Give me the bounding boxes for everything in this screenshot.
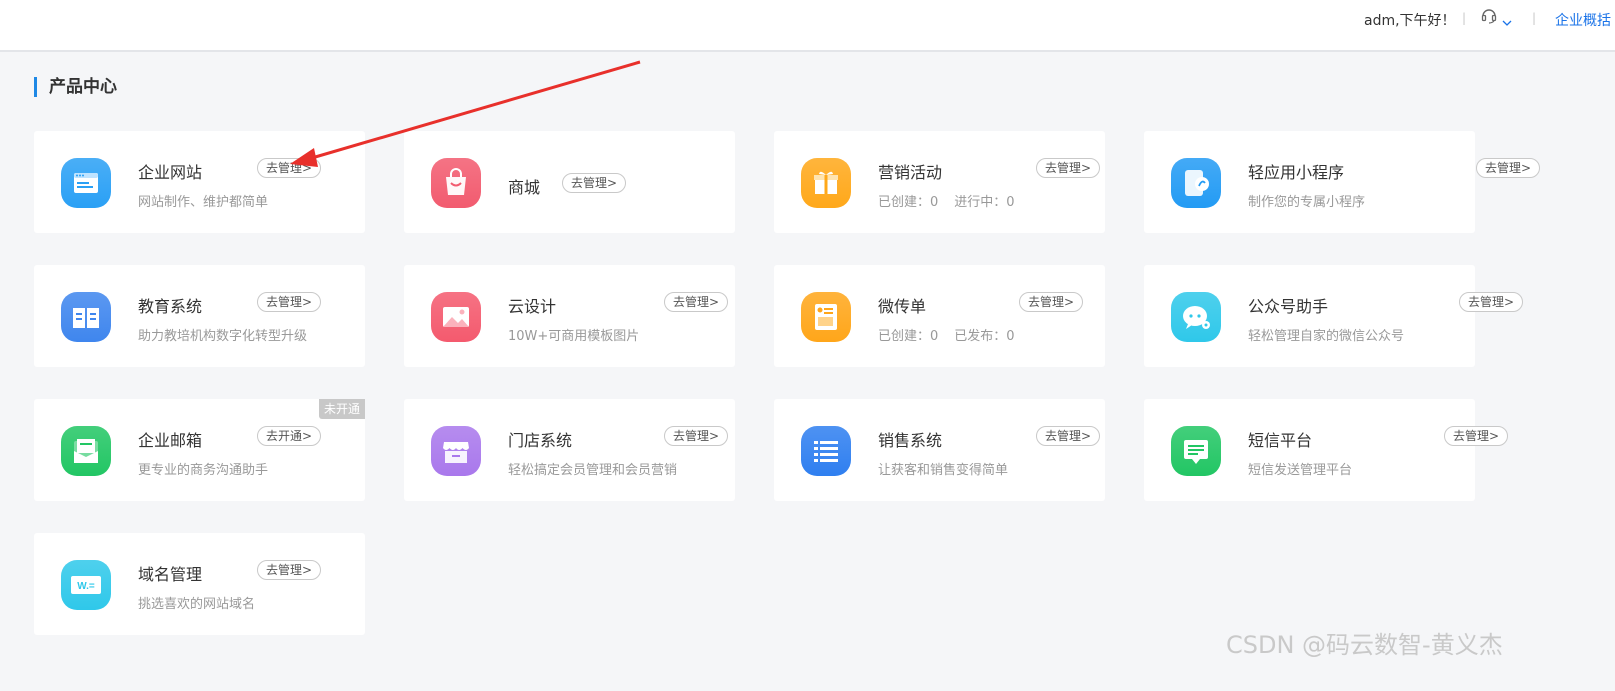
mini-program-icon xyxy=(1170,157,1222,209)
greeting-text: adm,下午好！ xyxy=(1364,13,1456,29)
manage-button[interactable]: 去管理> xyxy=(1476,158,1541,178)
flyer-icon xyxy=(800,291,852,343)
product-card[interactable]: 营销活动 去管理> 已创建：0 进行中：0 xyxy=(774,131,1105,233)
manage-button[interactable]: 去管理> xyxy=(664,292,729,312)
product-name: 轻应用小程序 xyxy=(1248,163,1345,182)
gift-icon xyxy=(800,157,852,209)
divider: | xyxy=(1532,11,1537,25)
product-card[interactable]: W.= 域名管理 去管理> 挑选喜欢的网站域名 xyxy=(34,533,365,635)
product-card[interactable]: 商城 去管理> xyxy=(404,131,735,233)
domain-icon: W.= xyxy=(60,559,112,611)
manage-button[interactable]: 去管理> xyxy=(1036,426,1101,446)
product-description: 轻松管理自家的微信公众号 xyxy=(1248,329,1405,344)
image-icon xyxy=(430,291,482,343)
product-name: 企业网站 xyxy=(138,163,203,182)
status-badge: 未开通 xyxy=(318,399,365,419)
product-card[interactable]: 教育系统 去管理> 助力教培机构数字化转型升级 xyxy=(34,265,365,367)
list-icon xyxy=(800,425,852,477)
page-title: 产品中心 xyxy=(34,77,117,97)
product-name: 企业邮箱 xyxy=(138,431,203,450)
product-description: 短信发送管理平台 xyxy=(1248,463,1353,478)
overview-link[interactable]: 企业概括 xyxy=(1555,10,1611,30)
product-name: 营销活动 xyxy=(878,163,943,182)
product-description: 轻松搞定会员管理和会员营销 xyxy=(508,463,678,478)
shopping-bag-icon xyxy=(430,157,482,209)
product-name: 销售系统 xyxy=(878,431,943,450)
product-stats: 已创建：0 进行中：0 xyxy=(878,191,1015,210)
manage-button[interactable]: 去管理> xyxy=(257,158,322,178)
product-name: 教育系统 xyxy=(138,297,203,316)
product-name: 云设计 xyxy=(508,297,557,316)
product-card[interactable]: 短信平台 去管理> 短信发送管理平台 xyxy=(1144,399,1509,501)
product-name: 公众号助手 xyxy=(1248,297,1329,316)
product-stats: 已创建：0 已发布：0 xyxy=(878,325,1015,344)
stat-text: 进行中：0 xyxy=(954,195,1015,210)
product-card[interactable]: 轻应用小程序 去管理> 制作您的专属小程序 xyxy=(1144,131,1541,233)
wechat-icon xyxy=(1170,291,1222,343)
divider: | xyxy=(1462,11,1467,25)
product-card[interactable]: 公众号助手 去管理> 轻松管理自家的微信公众号 xyxy=(1144,265,1524,367)
chevron-down-icon[interactable] xyxy=(1502,12,1512,26)
product-name: 门店系统 xyxy=(508,431,573,450)
mail-icon xyxy=(60,425,112,477)
manage-button[interactable]: 去管理> xyxy=(257,292,322,312)
open-book-icon xyxy=(60,291,112,343)
product-description: 制作您的专属小程序 xyxy=(1248,195,1366,210)
manage-button[interactable]: 去开通> xyxy=(257,426,322,446)
website-icon xyxy=(60,157,112,209)
manage-button[interactable]: 去管理> xyxy=(1036,158,1101,178)
manage-button[interactable]: 去管理> xyxy=(562,173,627,193)
product-card[interactable]: 门店系统 去管理> 轻松搞定会员管理和会员营销 xyxy=(404,399,735,501)
product-description: 网站制作、维护都简单 xyxy=(138,195,269,210)
product-name: 域名管理 xyxy=(138,565,203,584)
product-description: 挑选喜欢的网站域名 xyxy=(138,597,256,612)
stat-text: 已创建：0 xyxy=(878,329,939,344)
store-icon xyxy=(430,425,482,477)
product-card[interactable]: 云设计 去管理> 10W+可商用模板图片 xyxy=(404,265,735,367)
manage-button[interactable]: 去管理> xyxy=(664,426,729,446)
sms-icon xyxy=(1170,425,1222,477)
product-card[interactable]: 微传单 去管理> 已创建：0 已发布：0 xyxy=(774,265,1105,367)
product-card[interactable]: 销售系统 去管理> 让获客和销售变得简单 xyxy=(774,399,1105,501)
watermark: CSDN @码云数智-黄义杰 xyxy=(1226,631,1503,659)
product-description: 助力教培机构数字化转型升级 xyxy=(138,329,308,344)
stat-text: 已创建：0 xyxy=(878,195,939,210)
product-description: 10W+可商用模板图片 xyxy=(508,329,640,344)
product-description: 让获客和销售变得简单 xyxy=(878,463,1009,478)
product-name: 微传单 xyxy=(878,297,927,316)
manage-button[interactable]: 去管理> xyxy=(1459,292,1524,312)
headset-icon[interactable] xyxy=(1481,7,1503,25)
manage-button[interactable]: 去管理> xyxy=(1444,426,1509,446)
manage-button[interactable]: 去管理> xyxy=(257,560,322,580)
top-bar: adm,下午好！ | | 企业概括 xyxy=(0,0,1615,52)
product-name: 商城 xyxy=(508,178,541,197)
product-card[interactable]: 企业网站 去管理> 网站制作、维护都简单 xyxy=(34,131,365,233)
product-card[interactable]: 企业邮箱 去开通> 更专业的商务沟通助手 未开通 xyxy=(34,399,365,501)
domain-icon-text: W.= xyxy=(77,581,95,592)
product-description: 更专业的商务沟通助手 xyxy=(138,463,269,478)
stat-text: 已发布：0 xyxy=(954,329,1015,344)
product-name: 短信平台 xyxy=(1248,431,1313,450)
manage-button[interactable]: 去管理> xyxy=(1019,292,1084,312)
